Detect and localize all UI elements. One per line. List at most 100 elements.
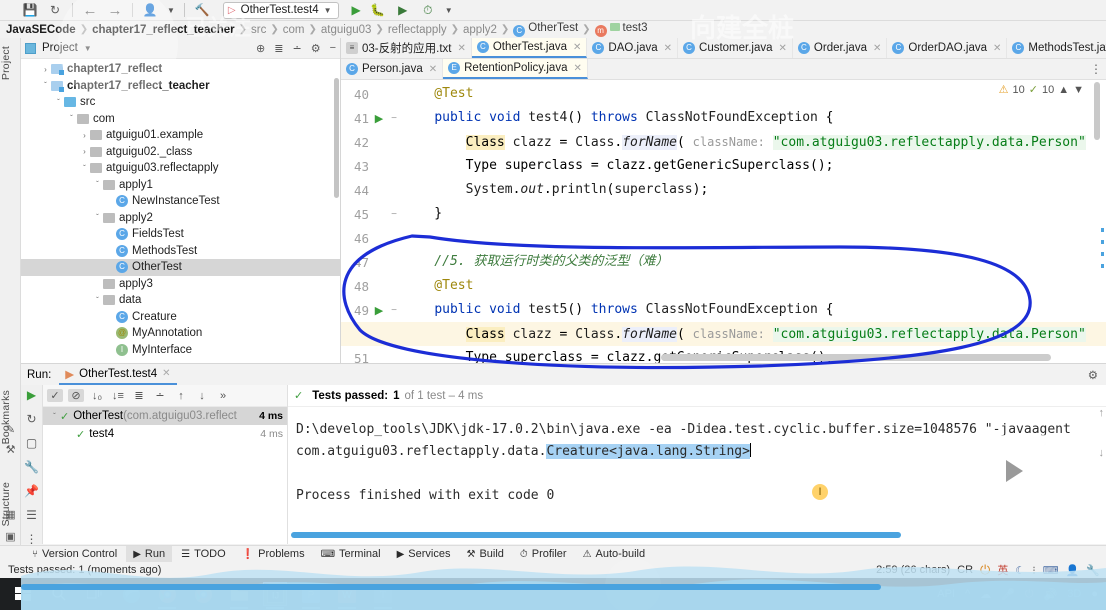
gear-icon[interactable]: ⚙ xyxy=(311,42,321,55)
debug-icon[interactable]: 🐛 xyxy=(370,2,386,18)
tree-expander-icon[interactable]: ˇ xyxy=(40,81,51,90)
tree-expander-icon[interactable]: ˇ xyxy=(53,98,64,107)
scroll-down-icon[interactable]: ↓ xyxy=(1099,447,1105,459)
run-test-gutter-icon[interactable]: ▶ xyxy=(371,304,387,317)
editor-tab-orderdao-java[interactable]: C OrderDAO.java ✕ xyxy=(887,38,1008,58)
editor-horizontal-scrollbar[interactable] xyxy=(661,354,1051,361)
chevron-down-icon[interactable]: ▼ xyxy=(324,6,332,15)
tree-item-apply3[interactable]: apply3 xyxy=(21,276,340,293)
rail-item-project[interactable]: Project xyxy=(0,42,20,84)
gutter-line[interactable]: 43 xyxy=(341,154,403,178)
code-line[interactable]: } xyxy=(403,202,442,226)
code-line[interactable]: @Test xyxy=(403,274,473,298)
expand-icon[interactable]: ≣ xyxy=(274,42,283,55)
next-icon[interactable]: ↓ xyxy=(194,390,210,402)
stop-icon[interactable]: ▢ xyxy=(21,436,42,460)
code-line[interactable]: @Test xyxy=(403,82,473,106)
tree-item-myannotation[interactable]: @ MyAnnotation xyxy=(21,325,340,342)
breadcrumb-item-method[interactable]: m test3 xyxy=(592,22,651,37)
show-passed-icon[interactable]: ✓ xyxy=(47,389,63,402)
chevron-down-icon[interactable]: ▼ xyxy=(445,6,453,15)
wrench-icon[interactable]: 🔧 xyxy=(21,460,42,484)
gutter-line[interactable]: 46 xyxy=(341,226,403,250)
tree-item-fieldstest[interactable]: C FieldsTest xyxy=(21,226,340,243)
gutter-line[interactable]: 45 − xyxy=(341,202,403,226)
tree-item-atguigu03-reflectapply[interactable]: ˇ atguigu03.reflectapply xyxy=(21,160,340,177)
scroll-up-icon[interactable]: ↑ xyxy=(1099,407,1105,419)
run-test-gutter-icon[interactable]: ▶ xyxy=(371,112,387,125)
more-icon[interactable]: » xyxy=(215,390,231,402)
gutter-line[interactable]: 49 ▶ − xyxy=(341,298,403,322)
tree-expander-icon[interactable]: ˇ xyxy=(79,164,90,173)
progress-bar[interactable] xyxy=(21,584,881,590)
tree-item-othertest[interactable]: C OtherTest xyxy=(21,259,340,276)
test-tree-row[interactable]: ˇ ✓ OtherTest (com.atguigu03.reflect 4 ms xyxy=(43,407,287,425)
breadcrumb-item-atguigu03[interactable]: atguigu03 xyxy=(318,24,375,36)
tree-item-atguigu02-class[interactable]: › atguigu02._class xyxy=(21,144,340,161)
editor-tab-retentionpolicy-java[interactable]: E RetentionPolicy.java ✕ xyxy=(443,59,588,79)
breadcrumb-item-reflectapply[interactable]: reflectapply xyxy=(385,24,450,36)
tree-expander-icon[interactable]: ˇ xyxy=(66,114,77,123)
tree-expander-icon[interactable]: › xyxy=(79,131,90,140)
tree-expander-icon[interactable]: › xyxy=(79,147,90,156)
tree-item-newinstancetest[interactable]: C NewInstanceTest xyxy=(21,193,340,210)
code-line[interactable]: Class clazz = Class.forName( className: … xyxy=(403,322,1086,346)
project-scrollbar[interactable] xyxy=(334,78,339,198)
tree-item-src[interactable]: ˇ src xyxy=(21,94,340,111)
breadcrumb-item-src[interactable]: src xyxy=(248,24,269,36)
expand-all-icon[interactable]: ≣ xyxy=(131,389,147,402)
close-icon[interactable]: ✕ xyxy=(993,43,1001,54)
breadcrumb-item-apply2[interactable]: apply2 xyxy=(460,24,500,36)
collapse-all-icon[interactable]: ∸ xyxy=(292,42,301,55)
breadcrumb-item-com[interactable]: com xyxy=(280,24,308,36)
close-icon[interactable]: ✕ xyxy=(664,43,672,54)
editor-tabs-more-icon[interactable]: ⋮ xyxy=(1086,59,1106,79)
tree-expander-icon[interactable]: › xyxy=(40,65,51,74)
sort-duration-icon[interactable]: ↓≡ xyxy=(110,390,126,402)
gutter-line[interactable]: 40 xyxy=(341,82,403,106)
console-scroll-controls[interactable]: ↑ ↓ xyxy=(1099,407,1105,459)
commit-icon[interactable]: ✎ xyxy=(4,423,17,436)
collapse-all-icon[interactable]: ∸ xyxy=(152,389,168,402)
camera-icon[interactable]: ▣ xyxy=(4,530,17,543)
save-all-icon[interactable]: 💾 xyxy=(22,2,38,18)
branch-icon[interactable]: ⚒ xyxy=(4,443,17,456)
sort-alpha-icon[interactable]: ↓₀ xyxy=(89,390,105,402)
code-line[interactable]: System.out.println(superclass); xyxy=(403,178,709,202)
gutter-line[interactable]: 44 xyxy=(341,178,403,202)
code-line[interactable]: Class clazz = Class.forName( className: … xyxy=(403,130,1086,154)
project-tree[interactable]: › chapter17_reflect ˇ chapter17_reflect_tea… xyxy=(21,59,340,358)
terminal-icon[interactable]: ▦ xyxy=(4,508,17,521)
close-icon[interactable]: ✕ xyxy=(573,63,581,74)
test-results-tree[interactable]: ✓ ⊘ ↓₀ ↓≡ ≣ ∸ ↑ ↓ » ˇ ✓ OtherTest (com.atg… xyxy=(43,385,288,544)
close-icon[interactable]: ✕ xyxy=(457,43,465,54)
code-fold-icon[interactable]: − xyxy=(387,113,401,124)
play-overlay-icon[interactable] xyxy=(966,435,1058,507)
rerun-icon[interactable]: ▶ xyxy=(21,388,42,412)
tree-item-chapter17-reflect-teacher[interactable]: ˇ chapter17_reflect_teacher xyxy=(21,78,340,95)
run-tab[interactable]: ▶ OtherTest.test4 ✕ xyxy=(59,364,177,385)
close-icon[interactable]: ✕ xyxy=(573,42,581,53)
gear-icon[interactable]: ⚙ xyxy=(1088,368,1106,382)
prev-icon[interactable]: ↑ xyxy=(173,390,189,402)
layers-icon[interactable]: ☰ xyxy=(21,508,42,532)
test-tree-row[interactable]: ✓ test4 4 ms xyxy=(43,425,287,443)
tree-item-methodstest[interactable]: C MethodsTest xyxy=(21,243,340,260)
tree-item-apply2[interactable]: ˇ apply2 xyxy=(21,210,340,227)
tree-expander-icon[interactable]: ˇ xyxy=(49,412,60,421)
tree-item-atguigu01-example[interactable]: › atguigu01.example xyxy=(21,127,340,144)
editor-tabs-row-2[interactable]: C Person.java ✕ E RetentionPolicy.java ✕ ⋮ xyxy=(341,59,1106,80)
close-icon[interactable]: ✕ xyxy=(873,43,881,54)
editor-tab-methodstest-java[interactable]: CMethodsTest.java✕ xyxy=(1007,38,1106,58)
editor-tab-person-java[interactable]: C Person.java ✕ xyxy=(341,59,444,79)
test-tree-rows[interactable]: ˇ ✓ OtherTest (com.atguigu03.reflect 4 ms ✓ t… xyxy=(43,407,287,443)
editor-tab-order-java[interactable]: C Order.java ✕ xyxy=(793,38,888,58)
editor-tab-03-txt[interactable]: ≡ 03-反射的应用.txt ✕ xyxy=(341,38,472,58)
tree-item-data[interactable]: ˇ data xyxy=(21,292,340,309)
editor-tab-othertest-java[interactable]: C OtherTest.java ✕ xyxy=(471,38,588,58)
breadcrumb-item-class[interactable]: C OtherTest xyxy=(510,22,581,37)
run-icon[interactable]: ▶ xyxy=(352,3,361,17)
code-line[interactable]: public void test4() throws ClassNotFound… xyxy=(403,106,833,130)
code-lines[interactable]: @Test public void test4() throws ClassNo… xyxy=(403,80,1106,363)
sync-icon[interactable]: ↻ xyxy=(47,2,63,18)
